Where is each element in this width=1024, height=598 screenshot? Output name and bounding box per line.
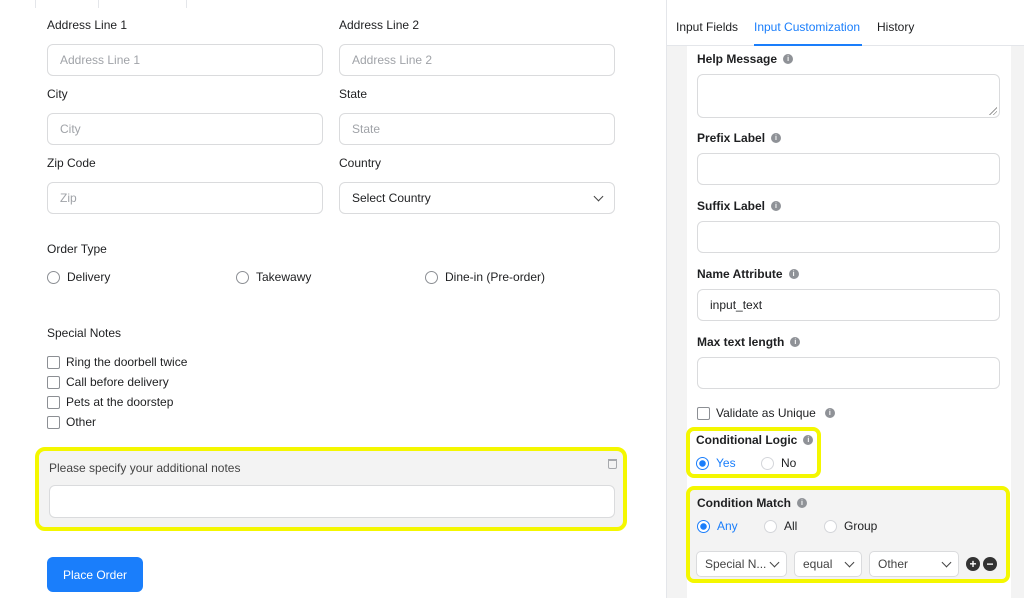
note-option-call[interactable]: Call before delivery [47, 375, 169, 389]
info-icon: i [790, 337, 801, 347]
remove-rule-icon[interactable]: − [983, 557, 997, 571]
additional-notes-label: Please specify your additional notes [49, 461, 241, 475]
radio-circle[interactable] [696, 456, 709, 470]
info-icon: i [771, 201, 782, 211]
chevron-down-icon [844, 557, 855, 567]
country-select[interactable]: Select Country [339, 182, 615, 214]
max-length-label: Max text length i [697, 335, 801, 349]
radio-circle[interactable] [236, 270, 249, 284]
suffix-label-input[interactable] [697, 221, 1000, 253]
state-label: State [339, 87, 368, 101]
condition-match-section: Condition Match i Any All Group Special N… [686, 486, 1010, 583]
address2-input[interactable]: Address Line 2 [339, 44, 615, 76]
prefix-label-input[interactable] [697, 153, 1000, 185]
radio-circle[interactable] [824, 519, 837, 533]
panel-tabs: Input Fields Input Customization History [667, 0, 1024, 46]
tab-input-fields[interactable]: Input Fields [676, 20, 738, 34]
conditional-logic-no[interactable]: No [761, 456, 796, 470]
rule-operator-select[interactable]: equal [794, 551, 862, 577]
checkbox[interactable] [47, 375, 60, 389]
help-message-textarea[interactable] [697, 74, 1000, 118]
radio-circle[interactable] [697, 519, 710, 533]
checkbox[interactable] [697, 406, 710, 420]
radio-circle[interactable] [764, 519, 777, 533]
address1-label: Address Line 1 [47, 18, 128, 32]
condition-match-label: Condition Match i [697, 496, 807, 510]
name-attribute-label: Name Attribute i [697, 267, 799, 281]
checkbox[interactable] [47, 355, 60, 369]
max-length-input[interactable] [697, 357, 1000, 389]
zip-input[interactable]: Zip [47, 182, 323, 214]
info-icon: i [783, 54, 794, 64]
trash-icon[interactable] [608, 459, 617, 469]
name-attribute-input[interactable]: input_text [697, 289, 1000, 321]
conditional-logic-label: Conditional Logic i [696, 433, 814, 447]
prefix-label-label: Prefix Label i [697, 131, 782, 145]
city-label: City [47, 87, 68, 101]
help-message-label: Help Message i [697, 52, 794, 66]
note-option-doorbell[interactable]: Ring the doorbell twice [47, 355, 187, 369]
additional-notes-field[interactable]: Please specify your additional notes [35, 447, 627, 531]
condition-match-any[interactable]: Any [697, 519, 738, 533]
checkbox[interactable] [47, 415, 60, 429]
condition-match-all[interactable]: All [764, 519, 797, 533]
condition-match-group[interactable]: Group [824, 519, 877, 533]
resize-handle-icon[interactable] [989, 107, 997, 115]
country-label: Country [339, 156, 382, 170]
additional-notes-input[interactable] [49, 485, 615, 518]
city-input[interactable]: City [47, 113, 323, 145]
validate-unique-option[interactable]: Validate as Unique i [697, 406, 835, 420]
info-icon: i [824, 408, 835, 418]
rule-field-select[interactable]: Special N... [696, 551, 787, 577]
special-notes-label: Special Notes [47, 326, 122, 340]
address2-label: Address Line 2 [339, 18, 420, 32]
order-type-takeaway[interactable]: Takewawy [236, 270, 311, 284]
tab-input-customization[interactable]: Input Customization [754, 20, 860, 34]
radio-circle[interactable] [761, 456, 774, 470]
chevron-down-icon [593, 191, 604, 201]
order-type-dine-in[interactable]: Dine-in (Pre-order) [425, 270, 545, 284]
info-icon: i [788, 269, 799, 279]
add-rule-icon[interactable]: + [966, 557, 980, 571]
info-icon: i [803, 435, 814, 445]
chevron-down-icon [769, 557, 780, 567]
info-icon: i [771, 133, 782, 143]
note-option-other[interactable]: Other [47, 415, 96, 429]
suffix-label-label: Suffix Label i [697, 199, 782, 213]
canvas-top-tabs [35, 0, 187, 8]
conditional-logic-yes[interactable]: Yes [696, 456, 736, 470]
radio-circle[interactable] [425, 270, 438, 284]
chevron-down-icon [941, 557, 952, 567]
rule-value-select[interactable]: Other [869, 551, 959, 577]
form-canvas: Address Line 1 Address Line 1 Address Li… [0, 0, 666, 598]
tab-history[interactable]: History [877, 20, 914, 34]
radio-circle[interactable] [47, 270, 60, 284]
order-type-delivery[interactable]: Delivery [47, 270, 110, 284]
zip-label: Zip Code [47, 156, 96, 170]
checkbox[interactable] [47, 395, 60, 409]
order-type-label: Order Type [47, 242, 107, 256]
note-option-pets[interactable]: Pets at the doorstep [47, 395, 173, 409]
place-order-button[interactable]: Place Order [47, 557, 143, 592]
state-input[interactable]: State [339, 113, 615, 145]
address1-input[interactable]: Address Line 1 [47, 44, 323, 76]
info-icon: i [796, 498, 807, 508]
